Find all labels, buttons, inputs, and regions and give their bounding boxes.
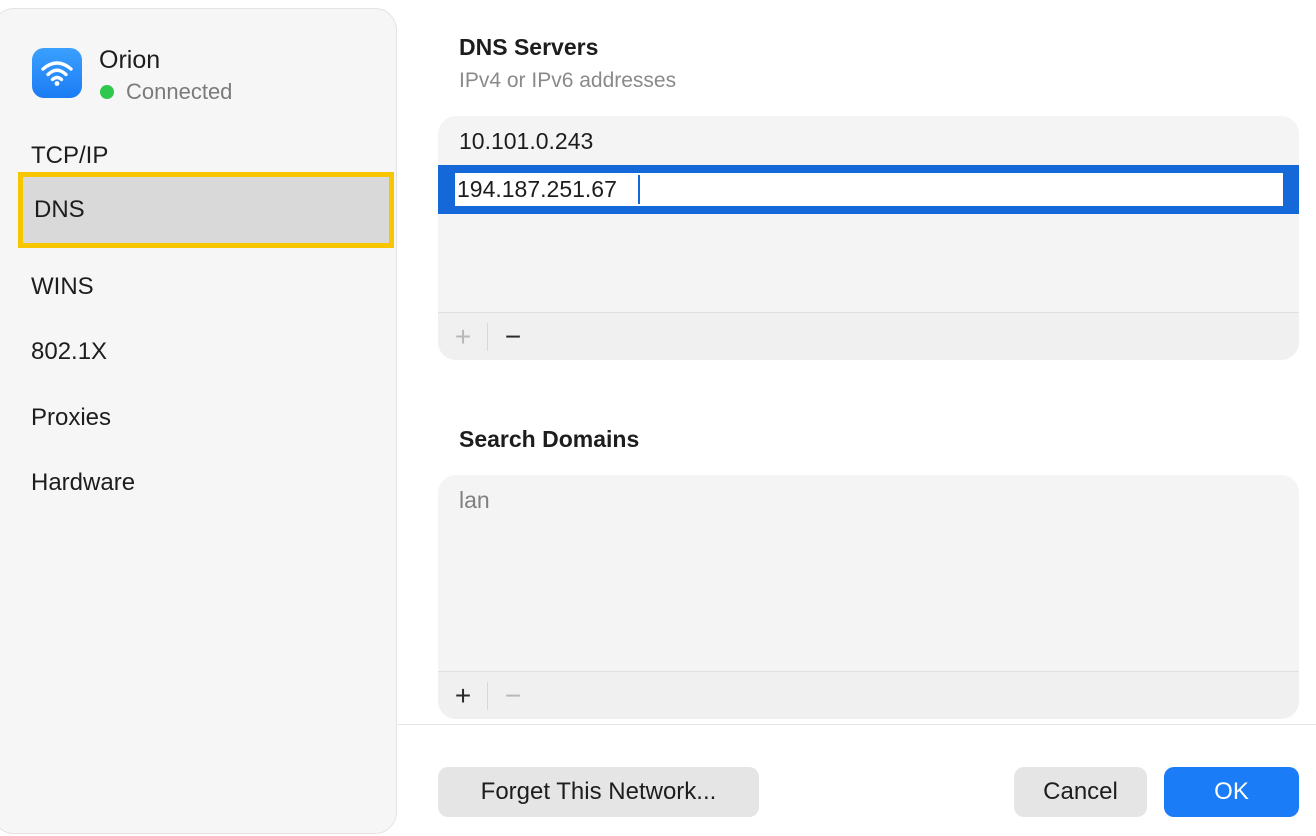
search-domains-toolbar: + − bbox=[438, 671, 1299, 719]
dns-server-edit-row bbox=[438, 165, 1299, 214]
forget-network-button[interactable]: Forget This Network... bbox=[438, 767, 759, 817]
network-details-dialog: Orion Connected TCP/IP DNS WINS 802.1X P… bbox=[0, 0, 1316, 836]
add-search-domain-button[interactable]: + bbox=[440, 672, 486, 719]
search-domains-list: lan + − bbox=[438, 475, 1299, 719]
dns-server-input[interactable] bbox=[455, 173, 1283, 206]
sidebar-item-wins[interactable]: WINS bbox=[31, 269, 94, 305]
cancel-button[interactable]: Cancel bbox=[1014, 767, 1147, 817]
search-domains-title: Search Domains bbox=[459, 426, 640, 452]
sidebar-item-dns[interactable]: DNS bbox=[18, 172, 394, 248]
footer-divider bbox=[398, 724, 1316, 725]
text-caret bbox=[638, 175, 640, 204]
remove-search-domain-button[interactable]: − bbox=[490, 672, 536, 719]
sidebar-item-8021x[interactable]: 802.1X bbox=[31, 334, 107, 370]
dns-servers-title: DNS Servers bbox=[459, 34, 599, 60]
sidebar-item-proxies[interactable]: Proxies bbox=[31, 400, 111, 436]
toolbar-separator bbox=[487, 682, 488, 710]
toolbar-separator bbox=[487, 323, 488, 351]
dns-server-entry[interactable]: 10.101.0.243 bbox=[459, 124, 593, 158]
search-domain-entry[interactable]: lan bbox=[459, 483, 490, 517]
sidebar-item-tcpip[interactable]: TCP/IP bbox=[31, 138, 108, 174]
dns-servers-toolbar: + − bbox=[438, 312, 1299, 360]
dns-servers-subtitle: IPv4 or IPv6 addresses bbox=[459, 69, 677, 92]
sidebar-nav: TCP/IP DNS WINS 802.1X Proxies Hardware bbox=[0, 0, 405, 826]
dns-servers-list: 10.101.0.243 + − bbox=[438, 116, 1299, 360]
add-dns-server-button[interactable]: + bbox=[440, 313, 486, 360]
ok-button[interactable]: OK bbox=[1164, 767, 1299, 817]
sidebar-item-hardware[interactable]: Hardware bbox=[31, 465, 135, 501]
remove-dns-server-button[interactable]: − bbox=[490, 313, 536, 360]
